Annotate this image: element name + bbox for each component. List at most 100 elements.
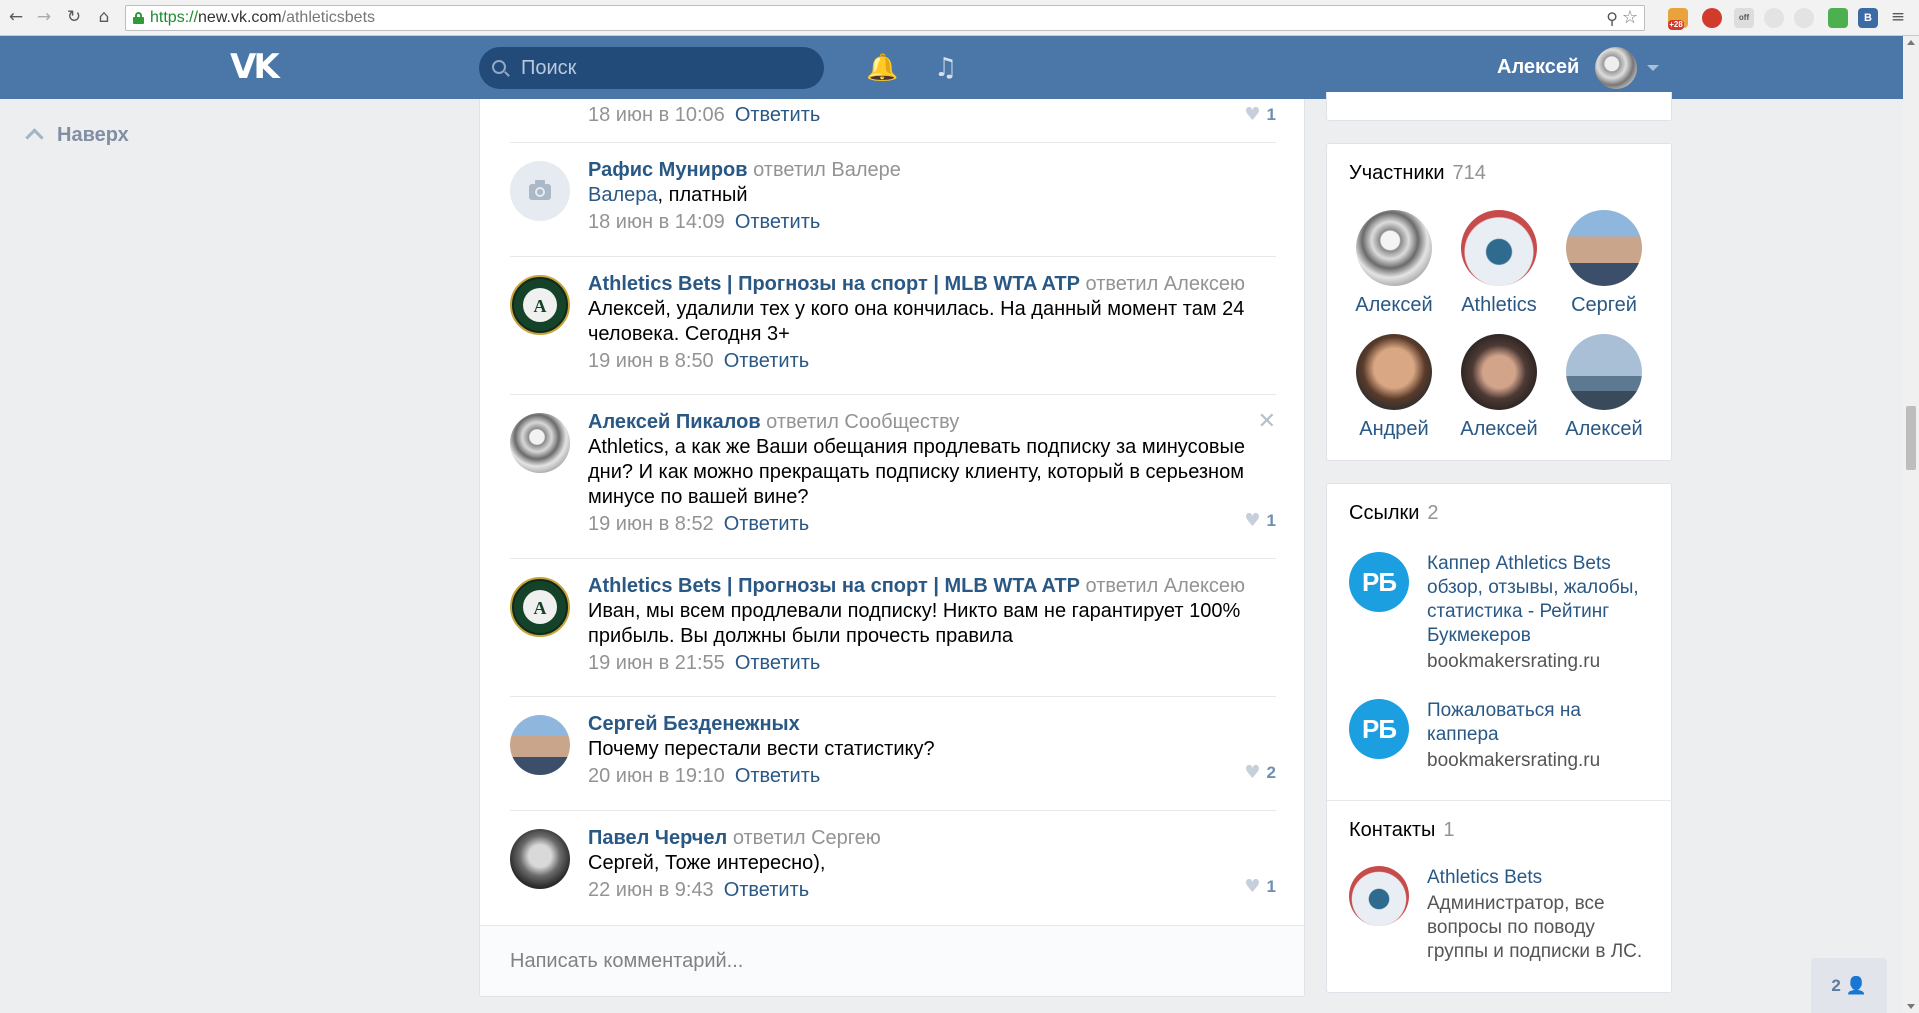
comment-reply-to[interactable]: ответил Валере <box>753 159 901 181</box>
music-icon[interactable]: ♫ <box>934 48 957 88</box>
reply-link[interactable]: Ответить <box>735 104 821 126</box>
links-title[interactable]: Ссылки 2 <box>1349 502 1439 525</box>
online-friends-button[interactable]: 2 👤 <box>1811 958 1887 1013</box>
comment: A Athletics Bets | Прогнозы на спорт | M… <box>510 257 1276 395</box>
zoom-icon[interactable]: ⚲ <box>1606 7 1618 31</box>
svg-text:A: A <box>534 598 547 618</box>
home-icon[interactable]: ⌂ <box>94 7 114 27</box>
comment-meta: 18 июн в 10:06 Ответить <box>588 101 1276 129</box>
close-icon[interactable]: ✕ <box>1258 411 1276 433</box>
comment-author[interactable]: Алексей Пикалов <box>588 411 761 433</box>
notifications-bell-icon[interactable]: 🔔 <box>866 48 898 88</box>
comment-date[interactable]: 22 июн в 9:43 <box>588 879 714 901</box>
mention-link[interactable]: Валера <box>588 184 658 206</box>
reply-link[interactable]: Ответить <box>724 879 810 901</box>
comment-input[interactable]: Написать комментарий... <box>480 925 1304 996</box>
member-item[interactable]: Athletics <box>1449 210 1549 317</box>
comment-avatar[interactable] <box>510 413 570 473</box>
forward-icon[interactable]: → <box>34 7 54 27</box>
scroll-to-top-link[interactable]: Наверх <box>25 124 129 147</box>
comment-reply-to[interactable]: ответил Алексею <box>1086 575 1246 597</box>
reload-icon[interactable]: ↻ <box>64 7 84 27</box>
member-avatar <box>1461 334 1537 410</box>
menu-icon[interactable]: ≡ <box>1888 7 1908 27</box>
user-name[interactable]: Алексей <box>1497 36 1579 99</box>
member-name: Алексей <box>1565 418 1643 440</box>
eye-icon[interactable] <box>1794 8 1814 28</box>
like-button[interactable]: ♥ 1 <box>1244 873 1276 901</box>
members-title[interactable]: Участники 714 <box>1349 162 1486 185</box>
user-avatar[interactable] <box>1595 47 1637 89</box>
divider <box>1327 800 1673 801</box>
reply-link[interactable]: Ответить <box>735 211 821 233</box>
contacts-title[interactable]: Контакты 1 <box>1349 819 1455 842</box>
comment-date[interactable]: 20 июн в 19:10 <box>588 765 725 787</box>
member-item[interactable]: Алексей <box>1554 334 1654 441</box>
link-domain: bookmakersrating.ru <box>1427 750 1601 771</box>
browser-toolbar: ← → ↻ ⌂ https://new.vk.com/athleticsbets… <box>0 0 1919 36</box>
comment-reply-to[interactable]: ответил Сообществу <box>766 411 959 433</box>
member-item[interactable]: Сергей <box>1554 210 1654 317</box>
reply-link[interactable]: Ответить <box>724 350 810 372</box>
reply-link[interactable]: Ответить <box>724 513 810 535</box>
member-name: Сергей <box>1571 294 1637 316</box>
contact-description: Администратор, все вопросы по поводу гру… <box>1427 893 1643 962</box>
comment-meta: 20 июн в 19:10 Ответить <box>588 762 1276 790</box>
like-button[interactable]: ♥ 1 <box>1244 101 1276 129</box>
heart-icon: ♥ <box>1244 876 1261 897</box>
comment-date[interactable]: 19 июн в 8:50 <box>588 350 714 372</box>
member-name: Athletics <box>1461 294 1537 316</box>
chevron-down-icon[interactable] <box>1647 65 1659 71</box>
comment-author[interactable]: Павел Черчел <box>588 827 727 849</box>
search-input[interactable]: Поиск <box>479 47 824 89</box>
contact-item[interactable]: Athletics Bets Администратор, все вопрос… <box>1349 866 1649 976</box>
opera-icon[interactable] <box>1702 8 1722 28</box>
links-card: Ссылки 2 РБ Каппер Athletics Bets обзор, … <box>1326 483 1673 993</box>
link-item[interactable]: РБ Пожаловаться на каппера bookmakersrat… <box>1349 699 1649 779</box>
like-button[interactable]: ♥ 2 <box>1244 759 1276 787</box>
comment-placeholder: Написать комментарий... <box>510 950 744 972</box>
bookmakersrating-logo: РБ <box>1349 699 1409 759</box>
comment-reply-to[interactable]: ответил Алексею <box>1086 273 1246 295</box>
page-scrollbar[interactable] <box>1903 36 1919 1013</box>
member-item[interactable]: Алексей <box>1449 334 1549 441</box>
comment-avatar[interactable]: A <box>510 577 570 637</box>
back-icon[interactable]: ← <box>6 7 26 27</box>
member-item[interactable]: Алексей <box>1344 210 1444 317</box>
comment-author[interactable]: Athletics Bets | Прогнозы на спорт | MLB… <box>588 575 1080 597</box>
member-item[interactable]: Андрей <box>1344 334 1444 441</box>
comment-author[interactable]: Рафис Муниров <box>588 159 748 181</box>
comment-meta: 19 июн в 8:52 Ответить <box>588 510 1276 538</box>
scroll-up-icon[interactable] <box>1907 40 1915 45</box>
extension-off-icon[interactable]: off <box>1734 8 1754 28</box>
comment-author[interactable]: Athletics Bets | Прогнозы на спорт | MLB… <box>588 273 1080 295</box>
contact-avatar <box>1349 866 1409 926</box>
comment-date[interactable]: 18 июн в 10:06 <box>588 104 725 126</box>
vk-extension-icon[interactable]: B <box>1858 8 1878 28</box>
extension-badge: +28 <box>1668 20 1684 30</box>
scroll-down-icon[interactable] <box>1907 1004 1915 1009</box>
comment-date[interactable]: 18 июн в 14:09 <box>588 211 725 233</box>
vk-logo[interactable]: VK <box>230 50 280 84</box>
comment-text: Сергей, Тоже интересно), <box>588 852 826 874</box>
address-bar[interactable]: https://new.vk.com/athleticsbets ⚲ ☆ <box>125 5 1645 31</box>
comment-author[interactable]: Сергей Безденежных <box>588 713 800 735</box>
comment-avatar[interactable] <box>510 829 570 889</box>
comment-avatar[interactable]: A <box>510 275 570 335</box>
bookmark-star-icon[interactable]: ☆ <box>1622 6 1638 30</box>
reply-link[interactable]: Ответить <box>735 765 821 787</box>
comment-date[interactable]: 19 июн в 8:52 <box>588 513 714 535</box>
comment-reply-to[interactable]: ответил Сергею <box>733 827 881 849</box>
bookmakersrating-logo: РБ <box>1349 552 1409 612</box>
comment-avatar[interactable] <box>510 715 570 775</box>
comment-avatar[interactable] <box>510 161 570 221</box>
extension-icon[interactable] <box>1764 8 1784 28</box>
like-button[interactable]: ♥ 1 <box>1244 507 1276 535</box>
reply-link[interactable]: Ответить <box>735 652 821 674</box>
extension-icon[interactable] <box>1828 8 1848 28</box>
link-item[interactable]: РБ Каппер Athletics Bets обзор, отзывы, … <box>1349 552 1649 682</box>
member-avatar <box>1356 210 1432 286</box>
scrollbar-thumb[interactable] <box>1906 406 1916 470</box>
comment-date[interactable]: 19 июн в 21:55 <box>588 652 725 674</box>
svg-text:A: A <box>534 296 547 316</box>
